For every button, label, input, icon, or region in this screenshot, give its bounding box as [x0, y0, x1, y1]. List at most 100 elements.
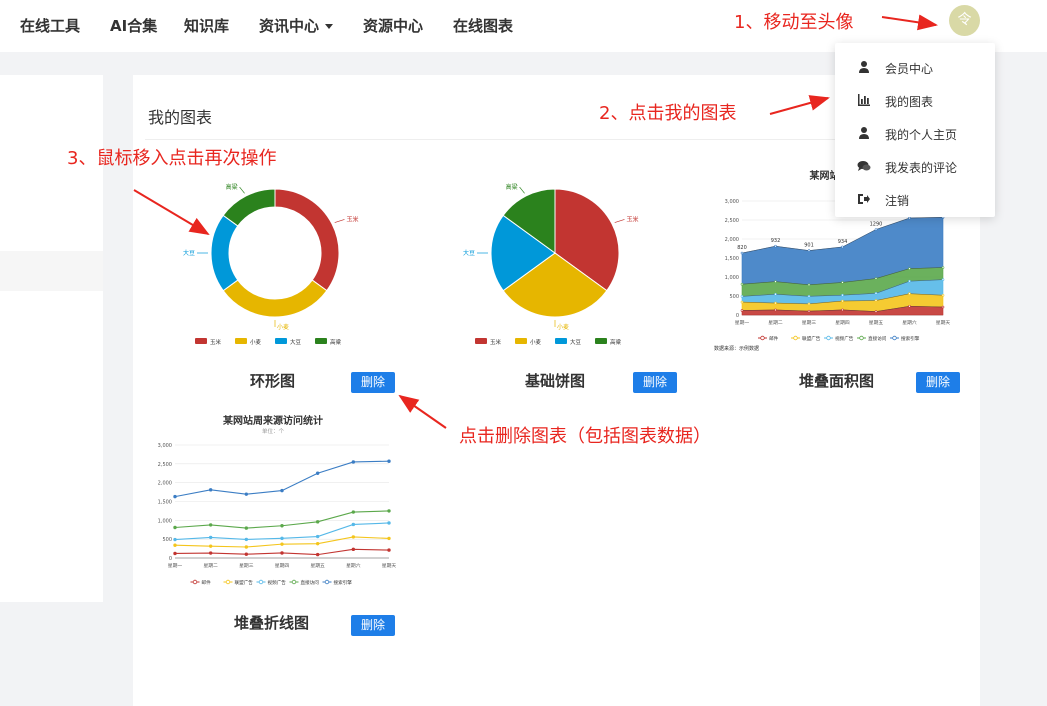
point-label: 934: [838, 239, 848, 245]
nav-item-news-center[interactable]: 资讯中心: [259, 15, 333, 36]
data-point: [388, 522, 391, 525]
legend-swatch: [315, 338, 327, 344]
annotation-step1: 1、移动至头像: [734, 8, 853, 34]
data-point: [174, 552, 177, 555]
source-note: 数据来源：示例数据: [714, 345, 759, 352]
data-point: [245, 553, 248, 556]
data-point: [174, 538, 177, 541]
legend-label: 联盟广告: [235, 579, 254, 586]
legend-label: 视频广告: [268, 579, 287, 586]
pie-chart-thumbnail[interactable]: 玉米小麦大豆高粱玉米小麦大豆高粱: [455, 178, 655, 353]
chart-label-stacked-line: 堆叠折线图: [234, 612, 309, 633]
point-label: 901: [804, 243, 814, 249]
slice-label: 大豆: [463, 249, 475, 257]
data-point: [352, 548, 355, 551]
data-point: [842, 309, 844, 311]
data-point: [388, 510, 391, 513]
menu-item-logout[interactable]: 注销: [835, 185, 995, 215]
x-tick-label: 星期二: [203, 563, 218, 569]
data-point: [775, 281, 777, 283]
slice-label-line: [520, 187, 525, 193]
legend-label: 视频广告: [835, 335, 854, 342]
delete-button-stacked-area[interactable]: 删除: [916, 372, 960, 393]
menu-item-my-charts[interactable]: 我的图表: [835, 86, 995, 116]
delete-button-stacked-line[interactable]: 删除: [351, 615, 395, 636]
data-point: [842, 246, 844, 248]
legend-swatch: [195, 338, 207, 344]
data-point: [316, 520, 319, 523]
chart-label-stacked-area: 堆叠面积图: [799, 370, 874, 391]
sign-out-icon: [857, 192, 871, 206]
data-point: [174, 495, 177, 498]
data-point: [209, 488, 212, 491]
data-point: [775, 309, 777, 311]
pie-slice: [223, 280, 327, 317]
data-point: [209, 536, 212, 539]
data-point: [842, 300, 844, 302]
data-point: [316, 542, 319, 545]
user-avatar[interactable]: 令: [949, 5, 980, 36]
x-tick-label: 星期二: [768, 320, 783, 326]
y-tick-label: 1,500: [725, 256, 739, 262]
menu-item-my-homepage[interactable]: 我的个人主页: [835, 119, 995, 149]
user-icon: [857, 60, 871, 74]
data-point: [388, 460, 391, 463]
slice-label-line: [615, 219, 625, 222]
x-tick-label: 星期四: [835, 320, 850, 326]
donut-chart-thumbnail[interactable]: 玉米小麦大豆高粱玉米小麦大豆高粱: [175, 178, 375, 353]
data-point: [741, 252, 743, 254]
point-label: 820: [737, 245, 747, 251]
user-dropdown-menu: 会员中心 我的图表 我的个人主页 我发表的评论 注销: [835, 43, 995, 217]
x-tick-label: 星期五: [310, 563, 325, 569]
menu-item-label: 会员中心: [885, 60, 933, 77]
comments-icon: [857, 159, 871, 173]
slice-label: 大豆: [183, 249, 195, 257]
data-point: [942, 279, 944, 281]
nav-item-online-tools[interactable]: 在线工具: [20, 15, 80, 36]
chart-title: 某网站周来源访问统计: [223, 414, 323, 427]
legend-label: 大豆: [570, 338, 582, 346]
x-tick-label: 星期六: [902, 319, 917, 326]
pie-slice: [223, 189, 275, 226]
slice-label-line: [335, 219, 345, 222]
legend-label: 搜索引擎: [901, 335, 920, 342]
data-point: [875, 292, 877, 294]
delete-button-donut[interactable]: 删除: [351, 372, 395, 393]
menu-item-my-comments[interactable]: 我发表的评论: [835, 152, 995, 182]
y-tick-label: 1,000: [725, 275, 739, 281]
nav-item-resource-center[interactable]: 资源中心: [363, 15, 423, 36]
delete-button-pie[interactable]: 删除: [633, 372, 677, 393]
page-title: 我的图表: [148, 104, 212, 128]
nav-item-ai-collection[interactable]: AI合集: [110, 15, 157, 36]
stacked-line-chart-thumbnail[interactable]: 某网站周来源访问统计单位：个05001,0001,5002,0002,5003,…: [143, 410, 403, 590]
data-point: [808, 250, 810, 252]
legend-swatch: [275, 338, 287, 344]
data-point: [909, 268, 911, 270]
legend-label: 小麦: [530, 338, 542, 346]
data-point: [808, 310, 810, 312]
data-point: [245, 538, 248, 541]
slice-label: 小麦: [277, 323, 289, 331]
nav-item-knowledge-base[interactable]: 知识库: [184, 15, 229, 36]
data-point: [352, 536, 355, 539]
y-tick-label: 2,500: [725, 218, 739, 224]
x-tick-label: 星期天: [936, 320, 951, 326]
legend-label: 搜索引擎: [334, 579, 353, 586]
legend-swatch: [515, 338, 527, 344]
data-point: [388, 537, 391, 540]
caret-down-icon: [325, 24, 333, 29]
menu-item-member-center[interactable]: 会员中心: [835, 53, 995, 83]
nav-item-online-charts[interactable]: 在线图表: [453, 15, 513, 36]
x-tick-label: 星期五: [869, 320, 884, 326]
data-point: [352, 511, 355, 514]
data-point: [209, 524, 212, 527]
legend-marker: [292, 580, 296, 584]
legend-marker: [193, 580, 197, 584]
data-point: [909, 293, 911, 295]
data-point: [281, 524, 284, 527]
pie-slice: [275, 189, 339, 291]
legend-marker: [860, 336, 864, 340]
legend-marker: [325, 580, 329, 584]
y-tick-label: 0: [169, 556, 172, 562]
slice-label: 高粱: [226, 183, 238, 191]
